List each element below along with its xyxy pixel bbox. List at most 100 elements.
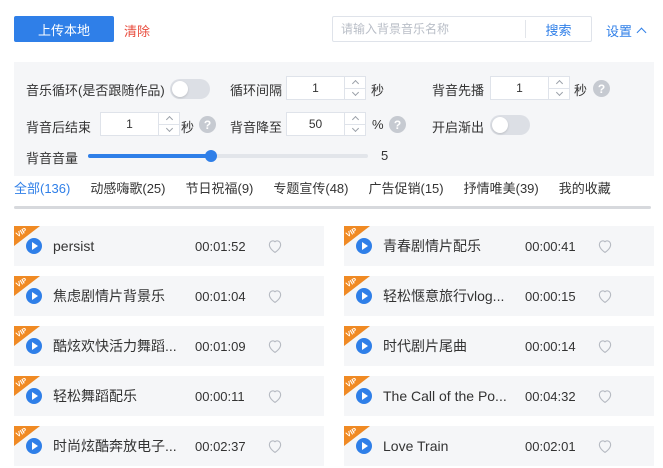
settings-panel: 音乐循环(是否跟随作品) 循环间隔 秒 背音先播 秒 ? 背音后结束 秒 ? 背… [14,62,654,176]
play-icon[interactable] [26,238,42,254]
play-icon[interactable] [356,238,372,254]
track-card[interactable]: VIP 焦虑剧情片背景乐 00:01:04 [14,276,324,316]
search-input[interactable] [333,17,525,41]
track-duration: 00:04:32 [525,389,576,404]
play-icon[interactable] [26,338,42,354]
lead-stepper-arrows [548,77,569,99]
increment-button[interactable] [345,113,365,124]
tab-1[interactable]: 动感嗨歌(25) [90,178,165,200]
tab-3[interactable]: 专题宣传(48) [273,178,348,200]
heart-outline-icon[interactable] [596,237,614,255]
volume-label: 背音音量 [26,151,79,166]
search-box: 搜索 [332,16,592,42]
heart-outline-icon[interactable] [596,287,614,305]
heart-outline-icon[interactable] [266,437,284,455]
play-icon[interactable] [356,438,372,454]
volume-slider[interactable] [88,150,368,162]
duck-input[interactable] [287,113,344,135]
play-icon[interactable] [356,338,372,354]
volume-value: 5 [381,148,389,163]
lead-stepper[interactable] [490,76,570,100]
play-icon[interactable] [26,288,42,304]
tab-2[interactable]: 节日祝福(9) [185,178,253,200]
decrement-button[interactable] [345,87,365,100]
tail-stepper-arrows [158,113,179,135]
chevron-down-icon [555,88,563,96]
lead-label: 背音先播 [432,83,485,98]
track-title: The Call of the Po... [383,388,507,404]
search-button[interactable]: 搜索 [526,20,591,39]
track-list: VIP persist 00:01:52 VIP 青春剧情片配乐 00:00:41 VIP 焦… [14,226,654,466]
tab-6[interactable]: 我的收藏 [559,178,611,200]
duck-unit: % [372,117,384,132]
track-title: 时尚炫酷奔放电子... [53,438,177,454]
lead-input[interactable] [491,77,548,99]
increment-button[interactable] [159,113,179,124]
chevron-up-icon [555,80,563,88]
track-card[interactable]: VIP 青春剧情片配乐 00:00:41 [344,226,654,266]
track-title: 酷炫欢快活力舞蹈... [53,338,177,354]
heart-outline-icon[interactable] [266,387,284,405]
chevron-up-icon [351,116,359,124]
tab-0[interactable]: 全部(136) [14,178,70,200]
interval-label: 循环间隔 [230,83,283,98]
duck-stepper[interactable] [286,112,366,136]
settings-toggle[interactable]: 设置 [606,21,647,40]
loop-label: 音乐循环(是否跟随作品) [26,83,165,98]
track-card[interactable]: VIP 时代剧片尾曲 00:00:14 [344,326,654,366]
interval-input[interactable] [287,77,344,99]
question-circle-icon[interactable]: ? [389,116,406,133]
heart-outline-icon[interactable] [266,287,284,305]
tab-5[interactable]: 抒情唯美(39) [464,178,539,200]
track-title: 青春剧情片配乐 [383,238,481,254]
track-duration: 00:00:11 [195,389,245,404]
track-title: Love Train [383,438,449,454]
category-tabs: 全部(136) 动感嗨歌(25) 节日祝福(9) 专题宣传(48) 广告促销(15) 抒情… [14,178,654,200]
tabs-scrollbar[interactable] [14,206,651,209]
question-circle-icon[interactable]: ? [199,116,216,133]
track-title: 时代剧片尾曲 [383,338,467,354]
heart-outline-icon[interactable] [596,437,614,455]
clear-button[interactable]: 清除 [124,21,150,40]
track-duration: 00:00:14 [525,339,576,354]
decrement-button[interactable] [159,123,179,136]
heart-outline-icon[interactable] [596,387,614,405]
chevron-up-icon [636,27,647,38]
decrement-button[interactable] [549,87,569,100]
heart-outline-icon[interactable] [596,337,614,355]
chevron-down-icon [351,124,359,132]
fade-toggle[interactable] [490,115,530,135]
interval-stepper-arrows [344,77,365,99]
track-card[interactable]: VIP 时尚炫酷奔放电子... 00:02:37 [14,426,324,466]
track-card[interactable]: VIP 轻松舞蹈配乐 00:00:11 [14,376,324,416]
heart-outline-icon[interactable] [266,237,284,255]
track-card[interactable]: VIP Love Train 00:02:01 [344,426,654,466]
track-card[interactable]: VIP 酷炫欢快活力舞蹈... 00:01:09 [14,326,324,366]
track-card[interactable]: VIP 轻松惬意旅行vlog... 00:00:15 [344,276,654,316]
heart-outline-icon[interactable] [266,337,284,355]
play-icon[interactable] [356,288,372,304]
volume-slider-fill [88,154,212,158]
increment-button[interactable] [549,77,569,88]
upload-local-button[interactable]: 上传本地 [14,16,114,42]
tail-label: 背音后结束 [26,120,92,135]
tab-4[interactable]: 广告促销(15) [369,178,444,200]
play-icon[interactable] [26,438,42,454]
track-card[interactable]: VIP The Call of the Po... 00:04:32 [344,376,654,416]
play-icon[interactable] [356,388,372,404]
volume-slider-handle[interactable] [205,150,218,162]
interval-unit: 秒 [371,83,385,98]
decrement-button[interactable] [345,123,365,136]
increment-button[interactable] [345,77,365,88]
tail-input[interactable] [101,113,158,135]
loop-toggle[interactable] [170,79,210,99]
tail-unit: 秒 [181,120,195,135]
track-title: 焦虑剧情片背景乐 [53,288,165,304]
interval-stepper[interactable] [286,76,366,100]
chevron-up-icon [165,116,173,124]
tail-stepper[interactable] [100,112,180,136]
chevron-up-icon [351,80,359,88]
question-circle-icon[interactable]: ? [593,80,610,97]
play-icon[interactable] [26,388,42,404]
track-card[interactable]: VIP persist 00:01:52 [14,226,324,266]
